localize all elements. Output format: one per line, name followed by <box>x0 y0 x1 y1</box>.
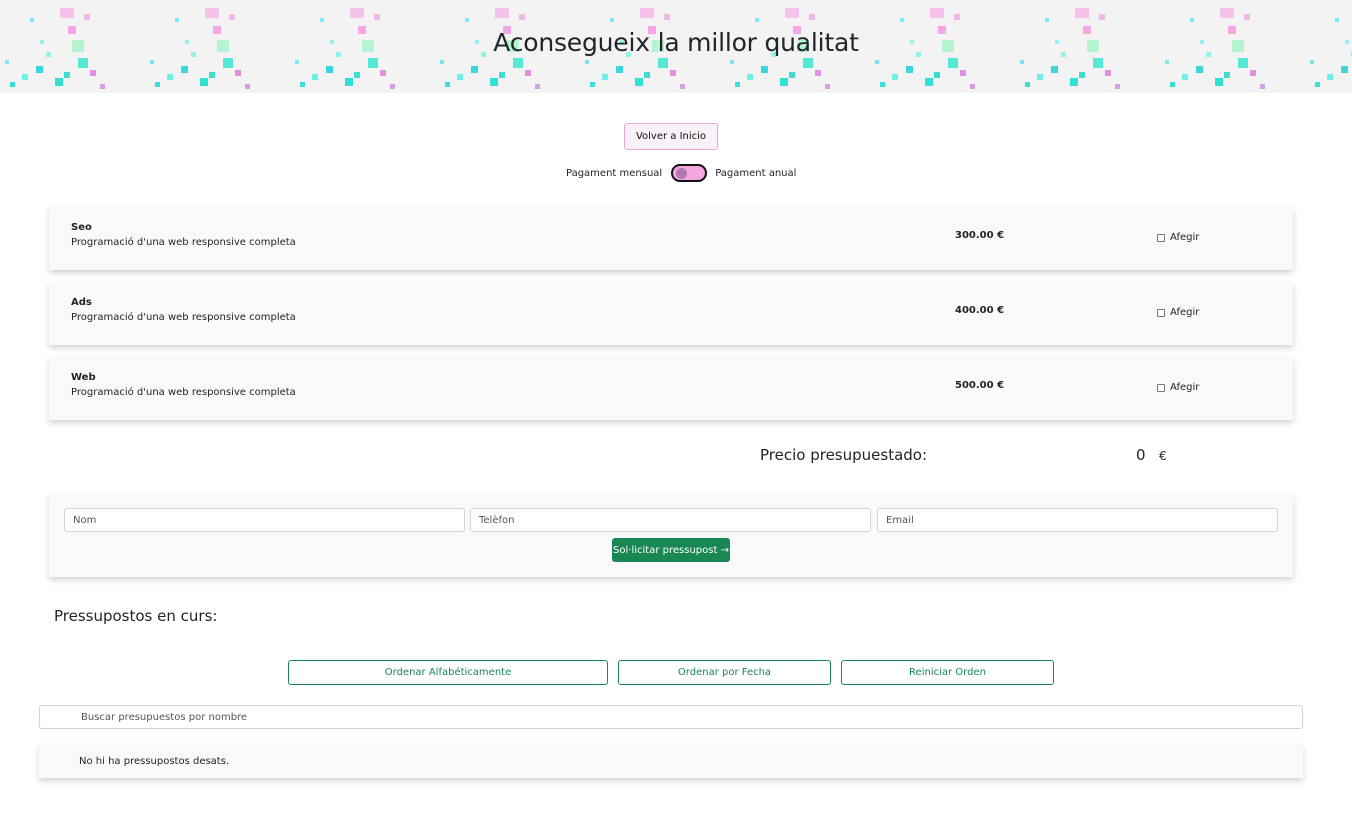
service-price: 300.00 € <box>955 230 1005 241</box>
service-add-checkbox[interactable]: Afegir <box>1157 382 1199 393</box>
service-add-checkbox[interactable]: Afegir <box>1157 307 1199 318</box>
budget-form: Sol·licitar pressupost → <box>49 494 1293 577</box>
service-name: Ads <box>71 297 92 308</box>
search-input[interactable] <box>39 705 1303 729</box>
service-description: Programació d'una web responsive complet… <box>71 237 296 248</box>
budgets-section-title: Pressupostos en curs: <box>54 607 218 625</box>
total-currency: € <box>1159 449 1167 463</box>
total-label: Precio presupuestado: <box>760 446 928 464</box>
monthly-label: Pagament mensual <box>566 167 663 179</box>
service-add-checkbox[interactable]: Afegir <box>1157 232 1199 243</box>
checkbox[interactable] <box>1157 383 1165 392</box>
submit-budget-button[interactable]: Sol·licitar pressupost → <box>612 538 730 562</box>
empty-budgets-message: No hi ha pressupostos desats. <box>39 745 1303 778</box>
service-card-ads: Ads Programació d'una web responsive com… <box>49 282 1293 345</box>
page-title: Aconsegueix la millor qualitat <box>493 28 859 57</box>
add-label: Afegir <box>1170 232 1200 243</box>
email-field[interactable] <box>877 508 1278 532</box>
service-description: Programació d'una web responsive complet… <box>71 387 296 398</box>
sort-alpha-button[interactable]: Ordenar Alfabéticamente <box>288 660 608 685</box>
service-price: 400.00 € <box>955 305 1005 316</box>
add-label: Afegir <box>1170 307 1200 318</box>
service-price: 500.00 € <box>955 380 1005 391</box>
sort-date-button[interactable]: Ordenar por Fecha <box>618 660 831 685</box>
reset-order-button[interactable]: Reiniciar Orden <box>841 660 1054 685</box>
header-banner: Aconsegueix la millor qualitat <box>0 0 1352 93</box>
checkbox[interactable] <box>1157 233 1165 242</box>
checkbox[interactable] <box>1157 308 1165 317</box>
total-value: 0 <box>1136 446 1146 464</box>
service-name: Web <box>71 372 96 383</box>
billing-toggle-row: Pagament mensual Pagament anual <box>566 164 796 182</box>
billing-switch[interactable] <box>671 164 708 182</box>
service-card-seo: Seo Programació d'una web responsive com… <box>49 207 1293 270</box>
phone-field[interactable] <box>470 508 871 532</box>
service-description: Programació d'una web responsive complet… <box>71 312 296 323</box>
service-card-web: Web Programació d'una web responsive com… <box>49 357 1293 420</box>
service-name: Seo <box>71 222 92 233</box>
switch-knob <box>676 168 688 179</box>
name-field[interactable] <box>64 508 465 532</box>
home-button[interactable]: Volver a Inicio <box>624 123 718 150</box>
annual-label: Pagament anual <box>715 167 797 179</box>
add-label: Afegir <box>1170 382 1200 393</box>
